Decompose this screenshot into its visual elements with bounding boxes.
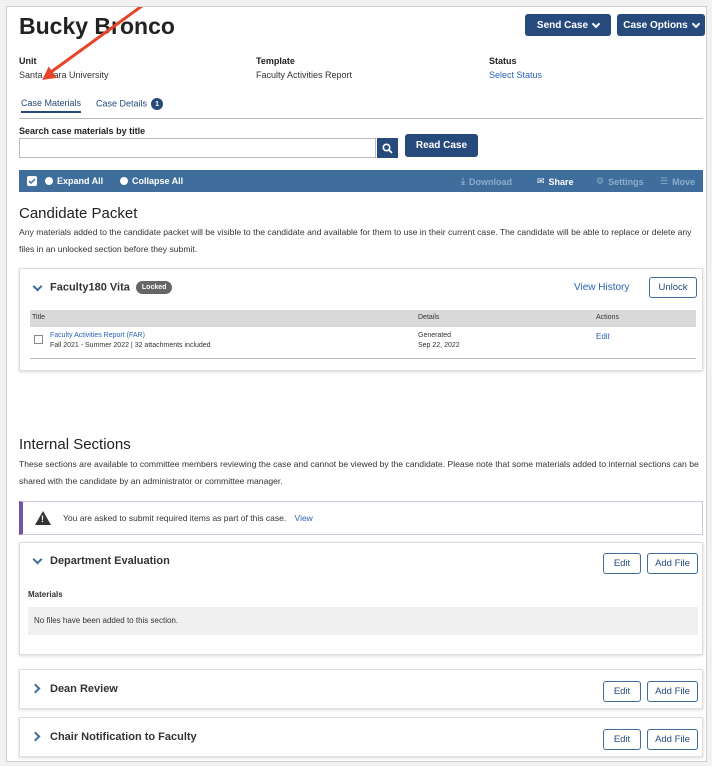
template-label: Template: [256, 56, 295, 66]
alert-text: You are asked to submit required items a…: [63, 513, 287, 523]
case-page: Bucky Bronco Send Case Case Options Unit…: [6, 6, 707, 762]
plus-circle-icon: [45, 177, 53, 185]
generated-label: Generated: [418, 332, 452, 339]
expand-all-label: Expand All: [57, 176, 104, 186]
gear-icon: ⚙: [596, 176, 605, 186]
chevron-down-icon[interactable]: [32, 554, 43, 565]
department-evaluation-card: Department Evaluation Edit Add File Mate…: [19, 542, 703, 655]
download-icon: ⤓: [461, 176, 465, 186]
warning-exclamation: !: [41, 514, 44, 524]
table-header: Title Details Actions: [30, 310, 696, 327]
status-label: Status: [489, 56, 517, 66]
edit-button[interactable]: Edit: [603, 729, 641, 750]
column-header-actions: Actions: [596, 314, 619, 321]
template-value: Faculty Activities Report: [256, 70, 353, 80]
download-button[interactable]: ⤓ Download: [461, 176, 512, 187]
faculty180-vita-card: Faculty180 Vita Locked View History Unloc…: [19, 268, 703, 371]
edit-button[interactable]: Edit: [603, 681, 641, 702]
chevron-down-icon: [691, 19, 700, 28]
department-evaluation-title: Department Evaluation: [50, 555, 170, 567]
internal-sections-description: These sections are available to committe…: [19, 459, 699, 486]
materials-toolbar: Expand All Collapse All ⤓ Download ✉ Sha…: [19, 170, 703, 192]
collapse-all-label: Collapse All: [132, 176, 184, 186]
tab-case-details-label: Case Details: [96, 98, 148, 109]
add-file-button[interactable]: Add File: [647, 553, 698, 574]
view-history-link[interactable]: View History: [574, 282, 629, 293]
search-input[interactable]: [19, 138, 376, 158]
minus-circle-icon: [120, 177, 128, 185]
share-label: Share: [548, 176, 574, 187]
search-label: Search case materials by title: [19, 126, 146, 136]
row-checkbox[interactable]: [34, 335, 43, 344]
share-button[interactable]: ✉ Share: [537, 176, 574, 187]
case-options-button[interactable]: Case Options: [617, 14, 705, 36]
chevron-down-icon[interactable]: [32, 281, 43, 292]
move-button[interactable]: ☰ Move: [660, 176, 695, 187]
download-label: Download: [468, 176, 512, 187]
alert-view-link[interactable]: View: [295, 513, 313, 523]
case-tabs: Case Materials Case Details 1: [19, 95, 703, 119]
status-select-link[interactable]: Select Status: [489, 70, 542, 80]
dean-review-title: Dean Review: [50, 683, 118, 695]
add-file-button[interactable]: Add File: [647, 681, 698, 702]
unit-value: Santa Clara University: [19, 70, 109, 80]
send-case-label: Send Case: [536, 19, 589, 31]
edit-button[interactable]: Edit: [603, 553, 641, 574]
chevron-right-icon[interactable]: [30, 731, 41, 742]
locked-badge: Locked: [135, 281, 173, 294]
far-document-link[interactable]: Faculty Activities Report (FAR): [50, 332, 145, 339]
add-file-button[interactable]: Add File: [647, 729, 698, 750]
mail-icon: ✉: [537, 176, 545, 186]
faculty180-vita-title: Faculty180 Vita: [50, 281, 130, 294]
case-details-count-badge: 1: [151, 98, 164, 110]
dean-review-card: Dean Review Edit Add File: [19, 669, 703, 709]
candidate-packet-description: Any materials added to the candidate pac…: [19, 227, 692, 254]
tab-case-details[interactable]: Case Details 1: [96, 98, 164, 110]
list-icon: ☰: [660, 176, 669, 186]
collapse-all-button[interactable]: Collapse All: [120, 176, 183, 186]
empty-files-box: No files have been added to this section…: [28, 607, 698, 635]
column-header-title: Title: [32, 314, 45, 321]
table-row: Faculty Activities Report (FAR) Fall 202…: [30, 329, 696, 359]
alert-message: You are asked to submit required items a…: [63, 513, 313, 523]
read-case-button[interactable]: Read Case: [405, 134, 478, 157]
materials-label: Materials: [28, 590, 63, 599]
search-button[interactable]: [377, 138, 398, 158]
search-icon: [382, 142, 393, 154]
far-document-subtitle: Fall 2021 - Summer 2022 | 32 attachments…: [50, 342, 211, 349]
send-case-button[interactable]: Send Case: [525, 14, 611, 36]
check-icon: [28, 178, 36, 185]
edit-link[interactable]: Edit: [596, 332, 610, 341]
case-options-label: Case Options: [623, 19, 688, 31]
required-items-alert: ! You are asked to submit required items…: [19, 501, 703, 535]
column-header-details: Details: [418, 314, 440, 321]
select-all-checkbox[interactable]: [27, 176, 37, 186]
chevron-down-icon: [591, 19, 601, 28]
settings-button[interactable]: ⚙ Settings: [596, 176, 644, 187]
unit-label: Unit: [19, 56, 37, 66]
internal-sections-heading: Internal Sections: [19, 436, 131, 453]
tab-case-materials[interactable]: Case Materials: [21, 98, 82, 113]
move-label: Move: [672, 176, 696, 187]
settings-label: Settings: [608, 176, 644, 187]
candidate-packet-heading: Candidate Packet: [19, 205, 138, 222]
empty-files-message: No files have been added to this section…: [34, 616, 179, 625]
generated-date: Sep 22, 2022: [418, 342, 460, 349]
expand-all-button[interactable]: Expand All: [45, 176, 103, 186]
chair-notification-title: Chair Notification to Faculty: [50, 731, 197, 743]
chevron-right-icon[interactable]: [30, 683, 41, 694]
unlock-button[interactable]: Unlock: [649, 277, 697, 298]
section-title: Faculty180 Vita Locked: [50, 281, 173, 294]
chair-notification-card: Chair Notification to Faculty Edit Add F…: [19, 717, 703, 757]
